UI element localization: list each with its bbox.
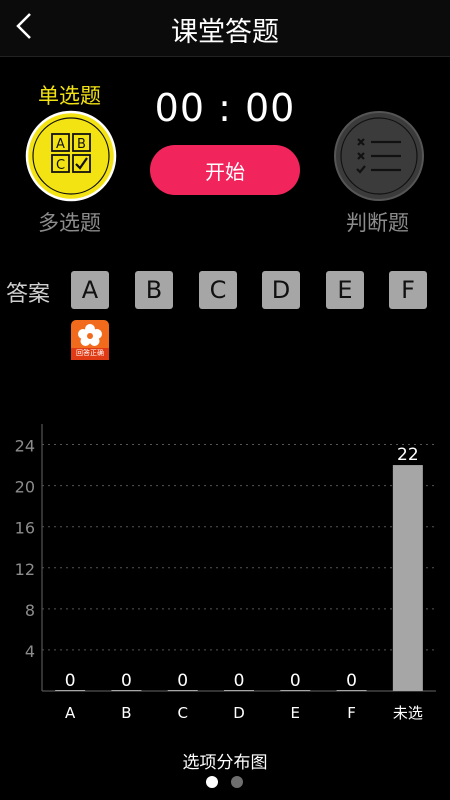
- answer-label: 答案: [6, 282, 51, 307]
- answer-option-a[interactable]: A: [71, 271, 109, 309]
- x-tick-label: C: [177, 704, 187, 720]
- answer-option-f[interactable]: F: [389, 271, 427, 309]
- bar: [392, 465, 423, 691]
- multi-choice-label[interactable]: 多选题: [38, 207, 101, 237]
- option-distribution-chart: 4 8 12 16 20 24 0 A 0 B 0 C 0 D 0 E 0 F 22 未选: [15, 424, 436, 720]
- x-tick-label: F: [347, 704, 356, 720]
- correct-answer-text: 回答正确: [76, 349, 104, 357]
- page-indicator-dot[interactable]: [231, 776, 243, 788]
- page-indicator-dot-active[interactable]: [206, 776, 218, 788]
- bar-value-label: 0: [121, 671, 132, 691]
- x-tick-label: 未选: [393, 704, 423, 720]
- y-tick-label: 16: [15, 519, 35, 538]
- header-bar: 课堂答题: [0, 0, 450, 56]
- answer-option-d[interactable]: D: [262, 271, 300, 309]
- y-tick-label: 12: [15, 560, 35, 579]
- page-title: 课堂答题: [171, 17, 279, 48]
- y-tick-label: 8: [25, 601, 35, 620]
- x-tick-label: A: [65, 704, 76, 720]
- true-false-button[interactable]: [333, 110, 425, 202]
- true-false-label[interactable]: 判断题: [346, 207, 409, 237]
- x-tick-label: B: [121, 704, 131, 720]
- chart-title: 选项分布图: [182, 753, 268, 773]
- y-tick-label: 24: [15, 437, 35, 456]
- bar-value-label: 0: [346, 671, 357, 691]
- bar-value-label: 22: [397, 445, 419, 465]
- icon-letter: B: [77, 137, 86, 152]
- bar-value-label: 0: [177, 671, 188, 691]
- icon-letter: C: [56, 158, 65, 173]
- start-button[interactable]: 开始: [150, 145, 300, 195]
- x-tick-label: D: [233, 704, 245, 720]
- icon-letter: A: [56, 137, 65, 152]
- answer-option-c[interactable]: C: [199, 271, 237, 309]
- bar-value-label: 0: [65, 671, 76, 691]
- answer-option-e[interactable]: E: [326, 271, 364, 309]
- bar-value-label: 0: [290, 671, 301, 691]
- y-tick-label: 20: [15, 478, 35, 497]
- checklist-icon: [334, 111, 424, 201]
- y-tick-label: 4: [25, 642, 35, 661]
- answer-option-b[interactable]: B: [135, 271, 173, 309]
- x-tick-label: E: [291, 704, 300, 720]
- header-divider: [0, 56, 450, 57]
- bar-value-label: 0: [234, 671, 245, 691]
